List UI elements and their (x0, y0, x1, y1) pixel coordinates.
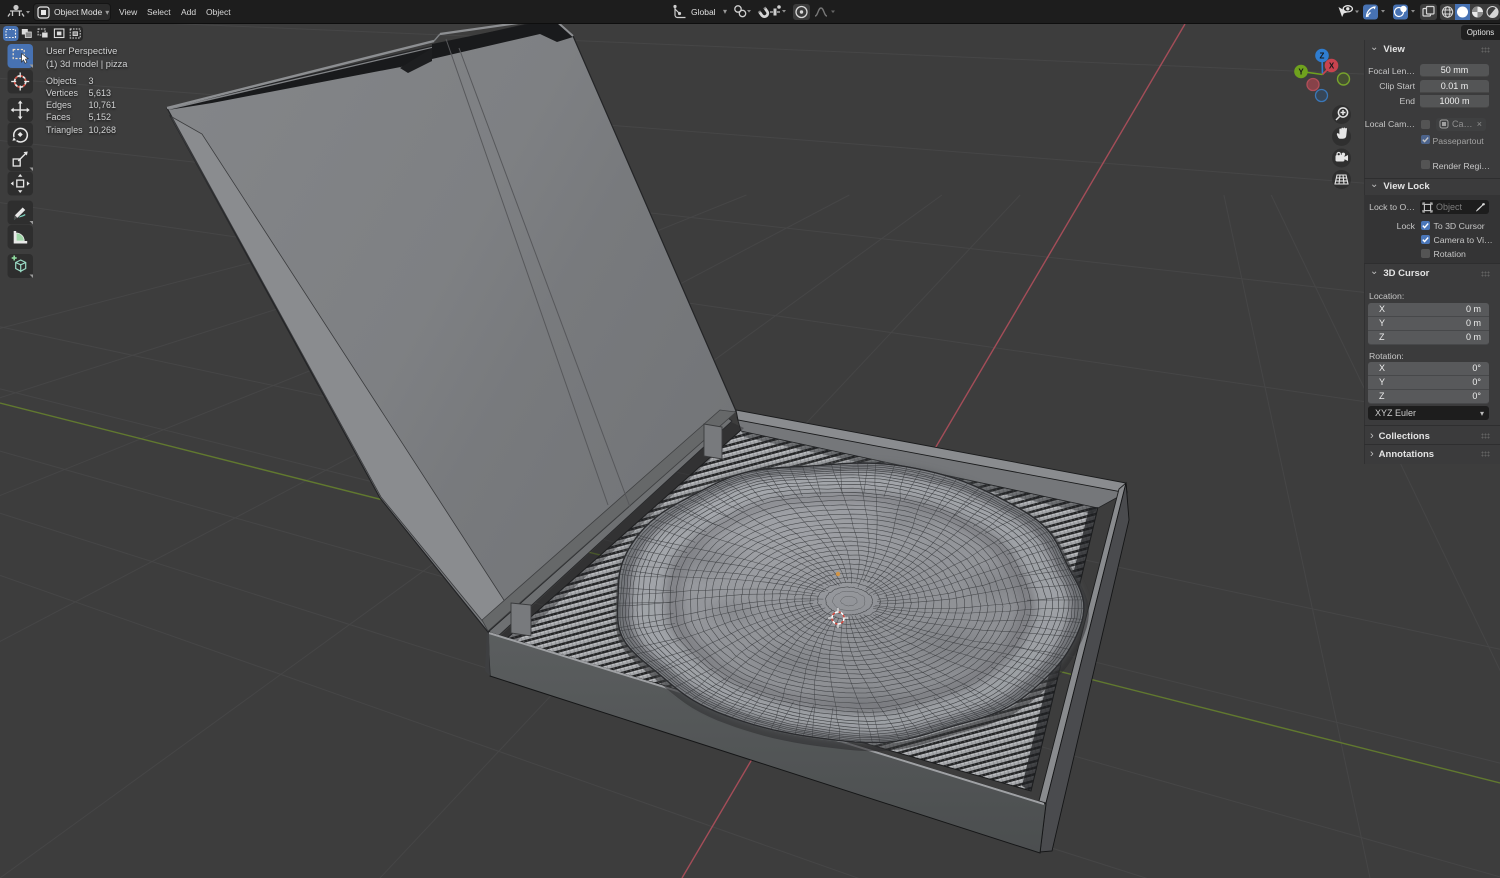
svg-text:X: X (1329, 61, 1335, 70)
svg-text:Z: Z (1320, 51, 1325, 60)
svg-text:Y: Y (1298, 67, 1304, 76)
